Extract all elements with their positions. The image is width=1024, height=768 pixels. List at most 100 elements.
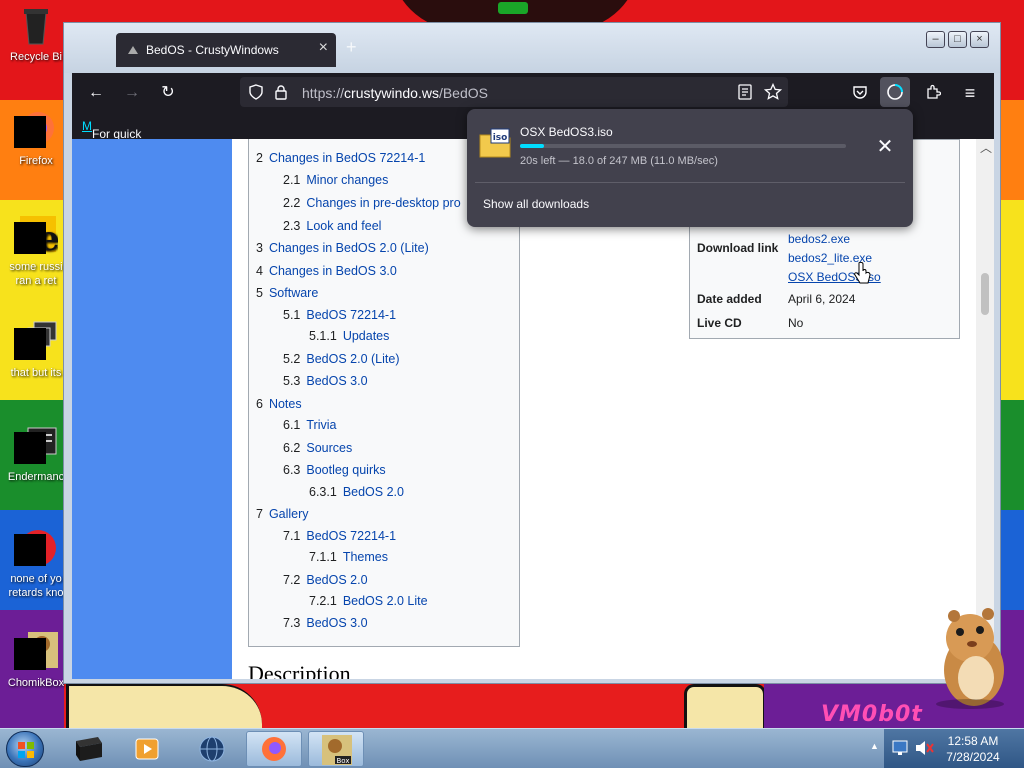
desktop-icon-endermanch[interactable]: Endermanc (0, 424, 72, 484)
hand-cursor-icon (854, 262, 871, 284)
bookmark-star-icon[interactable] (764, 83, 782, 101)
desktop-icon-none-of-you[interactable]: none of yo retards kno (0, 526, 72, 600)
forward-button[interactable]: → (120, 81, 144, 105)
nav-toolbar: ← → ↻ https://crustywindo.ws/BedOS ≡ (72, 73, 994, 111)
network-icon[interactable] (892, 739, 912, 757)
maximize-button[interactable]: □ (948, 31, 967, 48)
taskbar-app-chomikbox[interactable]: Box (308, 731, 364, 767)
new-tab-button[interactable]: + (346, 37, 357, 58)
firefox-taskbar-icon (262, 737, 286, 761)
toc-item[interactable]: 6.3.1 BedOS 2.0 (309, 485, 404, 499)
tab-title: BedOS - CrustyWindows (146, 43, 279, 57)
desktop-icon-firefox[interactable]: Firefox (0, 108, 72, 168)
taskbar-app-media-player[interactable] (120, 731, 176, 767)
page-left-sidebar (72, 139, 232, 679)
toc-item[interactable]: 6.3 Bootleg quirks (283, 463, 386, 477)
toc-item[interactable]: 7 Gallery (256, 507, 309, 521)
toc-item[interactable]: 2.2 Changes in pre-desktop pro (283, 196, 461, 210)
taskbar-clock[interactable]: 12:58 AM 7/28/2024 (930, 733, 1016, 765)
hamster-mascot-image (936, 608, 1004, 709)
shield-icon[interactable] (248, 84, 264, 100)
chomikbox-icon (14, 630, 58, 674)
taskbar-app-firefox[interactable] (246, 731, 302, 767)
downloads-panel: iso OSX BedOS3.iso 20s left — 18.0 of 24… (467, 109, 913, 227)
black-box-icon (76, 737, 102, 761)
tab-close-icon[interactable]: × (319, 39, 328, 57)
downloads-button[interactable] (880, 77, 910, 107)
scrollbar-thumb[interactable] (981, 273, 989, 315)
wallpaper-watermark: VM0b0t (821, 702, 923, 727)
reader-view-icon[interactable] (738, 84, 752, 100)
url-bar[interactable]: https://crustywindo.ws/BedOS (240, 77, 788, 107)
desktop-icon-russian[interactable]: e some russi ran a ret (0, 214, 72, 288)
firefox-icon (14, 108, 58, 152)
svg-text:Box: Box (336, 757, 349, 765)
toc-item[interactable]: 5.1.1 Updates (309, 329, 389, 343)
clock-time: 12:58 AM (947, 734, 999, 748)
taskbar-app-terminal[interactable] (60, 731, 116, 767)
start-button[interactable] (6, 731, 44, 767)
minimize-button[interactable]: – (926, 31, 945, 48)
window-titlebar[interactable]: BedOS - CrustyWindows × + – □ × (64, 23, 1000, 73)
toc-item[interactable]: 5.1 BedOS 72214-1 (283, 308, 396, 322)
toc-item[interactable]: 5.2 BedOS 2.0 (Lite) (283, 352, 400, 366)
toc-item[interactable]: 6 Notes (256, 397, 302, 411)
tab-bedos[interactable]: BedOS - CrustyWindows × (116, 33, 336, 67)
toc-item[interactable]: 6.2 Sources (283, 441, 352, 455)
date-added-label: Date added (697, 292, 762, 306)
toc-item[interactable]: 3 Changes in BedOS 2.0 (Lite) (256, 241, 429, 255)
toc-item[interactable]: 2.3 Look and feel (283, 219, 381, 233)
cancel-download-button[interactable]: ✕ (871, 135, 899, 159)
iso-file-icon: iso (479, 128, 511, 158)
extensions-puzzle-icon[interactable] (925, 84, 941, 100)
recycle-bin-icon (14, 4, 58, 48)
toc-item[interactable]: 7.2.1 BedOS 2.0 Lite (309, 594, 428, 608)
windows-stack-icon (14, 320, 58, 364)
opera-icon (14, 526, 58, 570)
toc-item[interactable]: 5.3 BedOS 3.0 (283, 374, 368, 388)
ie-icon: e (14, 214, 60, 259)
desktop-icon-chomikbox[interactable]: ChomikBox (0, 630, 72, 690)
menu-hamburger-icon[interactable]: ≡ (958, 81, 982, 105)
pocket-icon[interactable] (852, 84, 868, 100)
toc-item[interactable]: 2 Changes in BedOS 72214-1 (256, 151, 425, 165)
toc-item[interactable]: 7.1 BedOS 72214-1 (283, 529, 396, 543)
download-link-bedos2[interactable]: bedos2.exe (788, 232, 850, 246)
toc-item[interactable]: 7.1.1 Themes (309, 550, 388, 564)
close-window-button[interactable]: × (970, 31, 989, 48)
panel-divider (475, 182, 905, 183)
live-cd-value: No (788, 316, 804, 330)
back-button[interactable]: ← (84, 81, 108, 105)
toc-item[interactable]: 4 Changes in BedOS 3.0 (256, 264, 397, 278)
toc-item[interactable]: 6.1 Trivia (283, 418, 336, 432)
download-link-label: Download link (697, 241, 779, 255)
wallpaper-bottom-shapes: VM0b0t (64, 684, 1024, 728)
globe-icon (199, 736, 225, 762)
taskbar-app-globe[interactable] (184, 731, 240, 767)
desktop-icon-recycle-bin[interactable]: Recycle Bi (0, 4, 72, 64)
toc-item[interactable]: 7.2 BedOS 2.0 (283, 573, 368, 587)
tab-favicon-icon (128, 46, 138, 54)
windows-logo-icon (18, 742, 34, 758)
window-icon (14, 424, 58, 468)
download-progress-fill (520, 144, 544, 148)
download-progress-bar (520, 144, 846, 148)
url-text: https://crustywindo.ws/BedOS (302, 85, 488, 101)
page-scrollbar[interactable]: ︿ (976, 139, 994, 679)
chomikbox-taskbar-icon: Box (322, 735, 352, 765)
show-all-downloads-button[interactable]: Show all downloads (483, 197, 589, 211)
download-progress-icon (887, 84, 903, 100)
svg-text:iso: iso (493, 133, 508, 143)
lock-icon[interactable] (274, 84, 288, 100)
toc-item[interactable]: 7.3 BedOS 3.0 (283, 616, 368, 630)
toc-item[interactable]: 2.1 Minor changes (283, 173, 388, 187)
desktop-icon-that-but[interactable]: that but its (0, 320, 72, 380)
reload-button[interactable]: ↻ (156, 81, 180, 105)
manage-bookmarks-link[interactable]: M (82, 119, 92, 133)
toc-item[interactable]: 5 Software (256, 286, 318, 300)
scroll-up-icon[interactable]: ︿ (980, 139, 992, 156)
date-added-value: April 6, 2024 (788, 292, 856, 306)
download-file-name[interactable]: OSX BedOS3.iso (520, 125, 613, 139)
show-hidden-icons-icon[interactable]: ▲ (870, 741, 879, 751)
section-heading-description: Description (248, 661, 351, 679)
